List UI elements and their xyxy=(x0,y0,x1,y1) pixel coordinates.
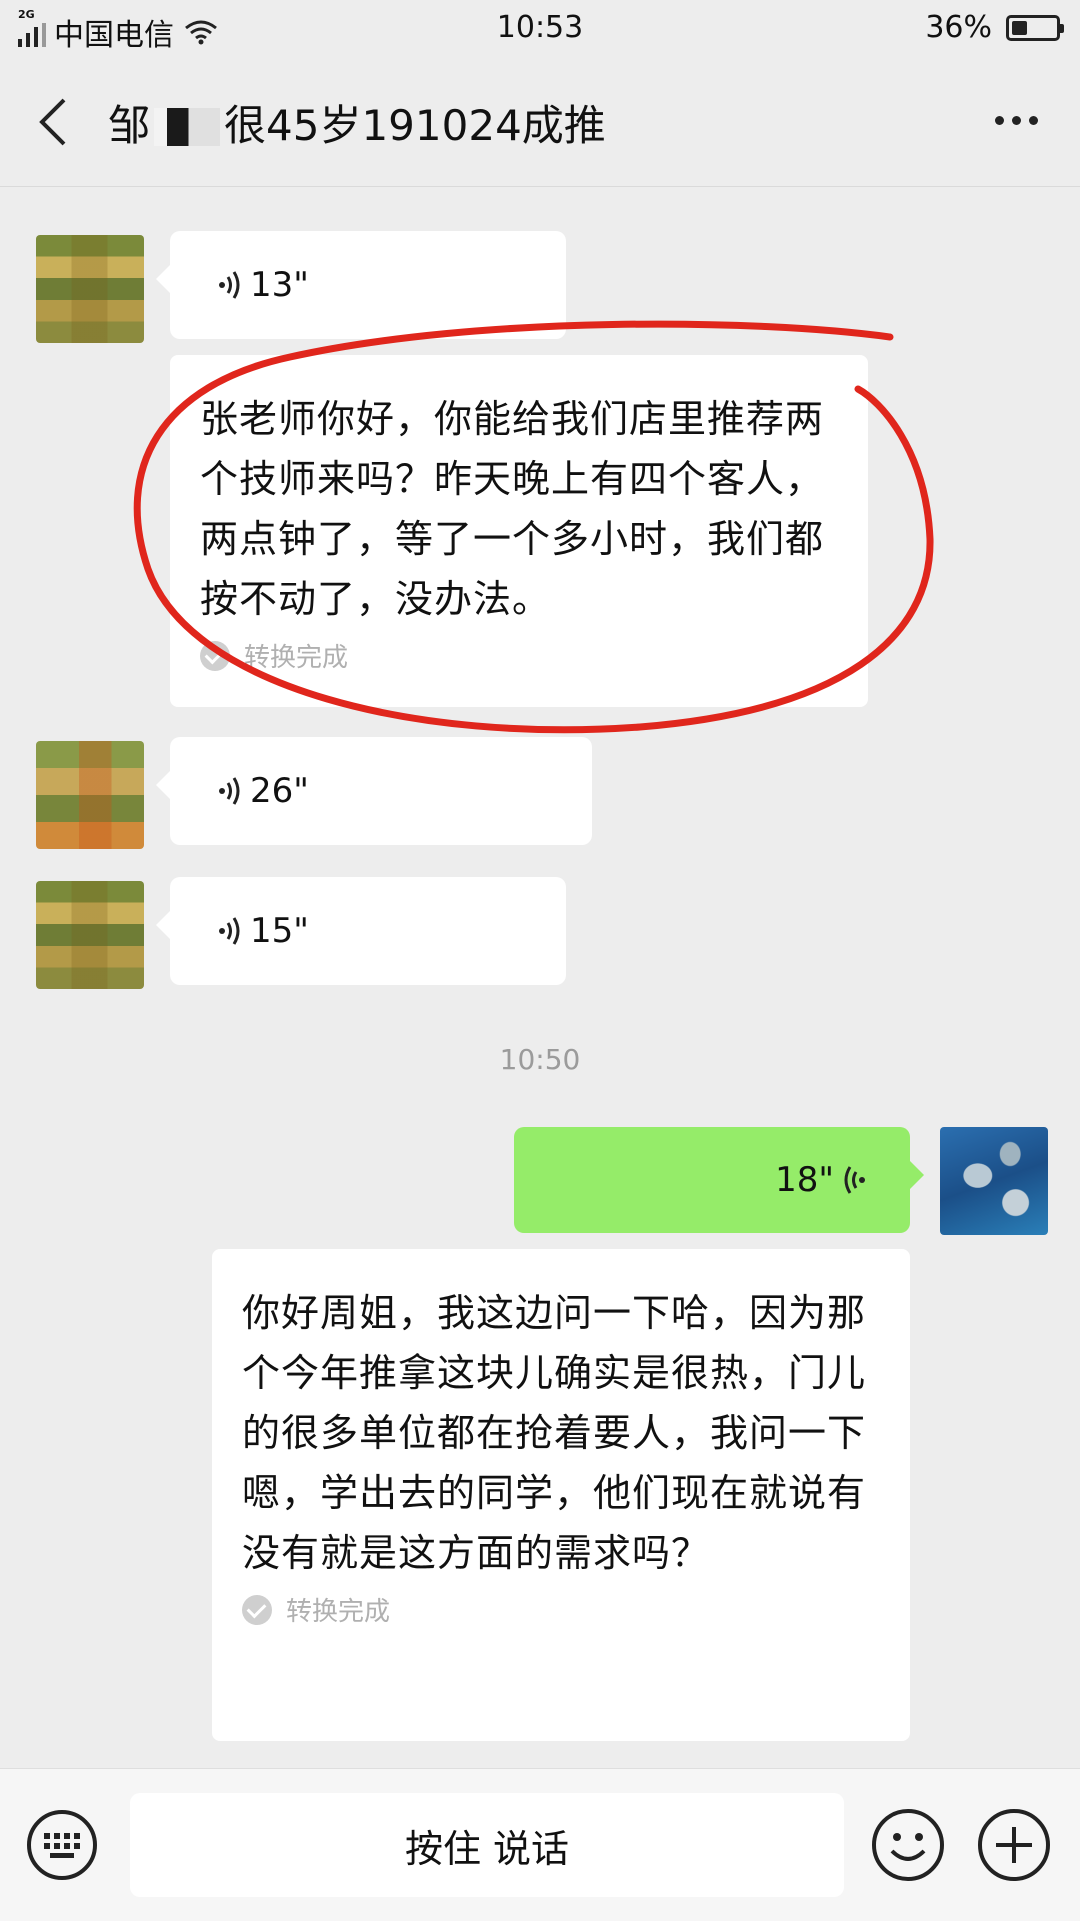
input-bar: 按住 说话 xyxy=(0,1768,1080,1921)
chat-header: 邹 很45岁191024成推 xyxy=(0,58,1080,187)
voice-message[interactable]: 18" xyxy=(514,1127,910,1233)
chat-title-suffix: 很45岁191024成推 xyxy=(224,101,606,150)
keyboard-icon[interactable] xyxy=(26,1809,98,1881)
transcript-status: 转换完成 xyxy=(242,1591,880,1628)
battery-area: 36% xyxy=(925,10,1064,45)
clock: 10:53 xyxy=(496,10,584,45)
voice-duration: 13" xyxy=(250,265,309,305)
hold-to-talk-button[interactable]: 按住 说话 xyxy=(130,1793,844,1897)
redaction-mask xyxy=(154,108,221,146)
transcript-status-label: 转换完成 xyxy=(286,1597,391,1627)
back-arrow-icon[interactable] xyxy=(34,94,74,150)
voice-wave-icon xyxy=(219,917,240,945)
battery-percent: 36% xyxy=(925,10,992,45)
message-timestamp: 10:50 xyxy=(499,1043,581,1076)
plus-icon[interactable] xyxy=(976,1807,1052,1883)
voice-wave-icon xyxy=(844,1166,865,1194)
user-avatar[interactable] xyxy=(940,1127,1048,1235)
voice-message-bubble[interactable]: 26" xyxy=(156,737,592,845)
chat-title-prefix: 邹 xyxy=(108,101,151,150)
transcript-text: 你好周姐，我这边问一下哈，因为那个今年推拿这块儿确实是很热，门儿的很多单位都在抢… xyxy=(242,1291,867,1575)
battery-icon xyxy=(1006,14,1064,41)
contact-avatar[interactable] xyxy=(36,881,144,989)
voice-wave-icon xyxy=(219,777,240,805)
voice-duration: 26" xyxy=(250,771,309,811)
voice-message[interactable]: 26" xyxy=(218,737,592,845)
emoji-icon[interactable] xyxy=(870,1807,946,1883)
chat-title: 邹 很45岁191024成推 xyxy=(108,92,606,153)
battery-level xyxy=(1012,20,1027,35)
voice-message[interactable]: 15" xyxy=(218,877,566,985)
voice-transcript[interactable]: 你好周姐，我这边问一下哈，因为那个今年推拿这块儿确实是很热，门儿的很多单位都在抢… xyxy=(212,1249,910,1741)
more-options-icon[interactable] xyxy=(995,116,1038,125)
contact-avatar[interactable] xyxy=(36,741,144,849)
message-list[interactable]: 13" 张老师你好，你能给我们店里推荐两个技师来吗？昨天晚上有四个客人，两点钟了… xyxy=(0,187,1080,1767)
voice-message-bubble[interactable]: 15" xyxy=(156,877,566,985)
annotation-circle xyxy=(133,320,934,734)
voice-wave-icon xyxy=(219,271,240,299)
status-bar: 2G 中国电信 10:53 36% xyxy=(0,0,1080,58)
check-circle-icon xyxy=(242,1594,272,1625)
voice-duration: 18" xyxy=(775,1160,834,1200)
voice-duration: 15" xyxy=(250,911,309,951)
voice-message-bubble[interactable]: 18" xyxy=(514,1127,924,1233)
